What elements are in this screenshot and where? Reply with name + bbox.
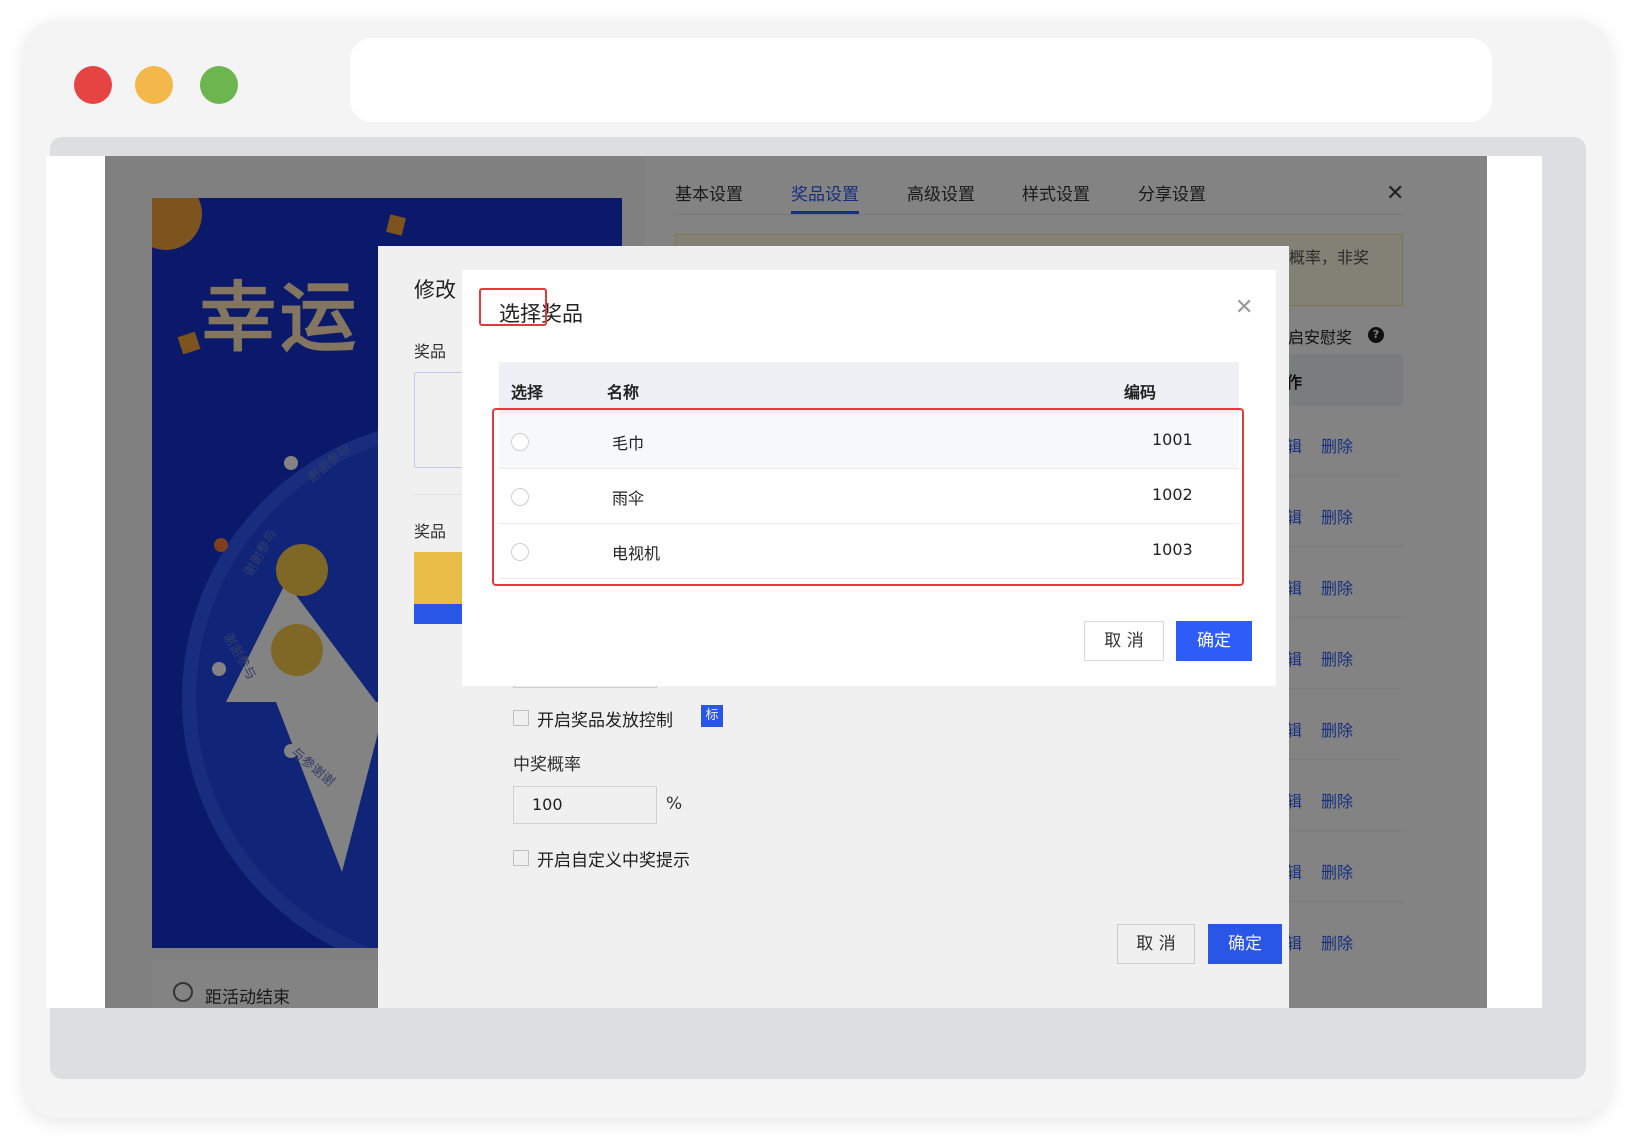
select-confirm-button[interactable]: 确定 <box>1176 621 1252 661</box>
select-prize-dialog: 选择奖品 ✕ 选择 名称 编码 毛巾 1001 雨伞 1002 电视机 1003… <box>462 270 1276 686</box>
close-window-dot[interactable] <box>74 66 112 104</box>
column-name: 名称 <box>607 383 640 402</box>
close-icon[interactable]: ✕ <box>1235 295 1253 320</box>
table-header: 选择 名称 编码 <box>499 362 1239 414</box>
minimize-window-dot[interactable] <box>135 66 173 104</box>
address-bar[interactable] <box>350 38 1492 122</box>
highlight-box <box>479 288 547 326</box>
maximize-window-dot[interactable] <box>200 66 238 104</box>
column-select: 选择 <box>511 383 544 402</box>
select-cancel-button[interactable]: 取 消 <box>1084 621 1164 661</box>
app-background: 幸运 谢谢参与 谢谢参与 谢谢参与 与参谢谢 距活动结束 基本设置 奖品设置 高… <box>105 156 1487 1008</box>
page-viewport: 幸运 谢谢参与 谢谢参与 谢谢参与 与参谢谢 距活动结束 基本设置 奖品设置 高… <box>46 156 1542 1008</box>
column-code: 编码 <box>1124 383 1157 402</box>
highlight-box <box>492 408 1244 586</box>
